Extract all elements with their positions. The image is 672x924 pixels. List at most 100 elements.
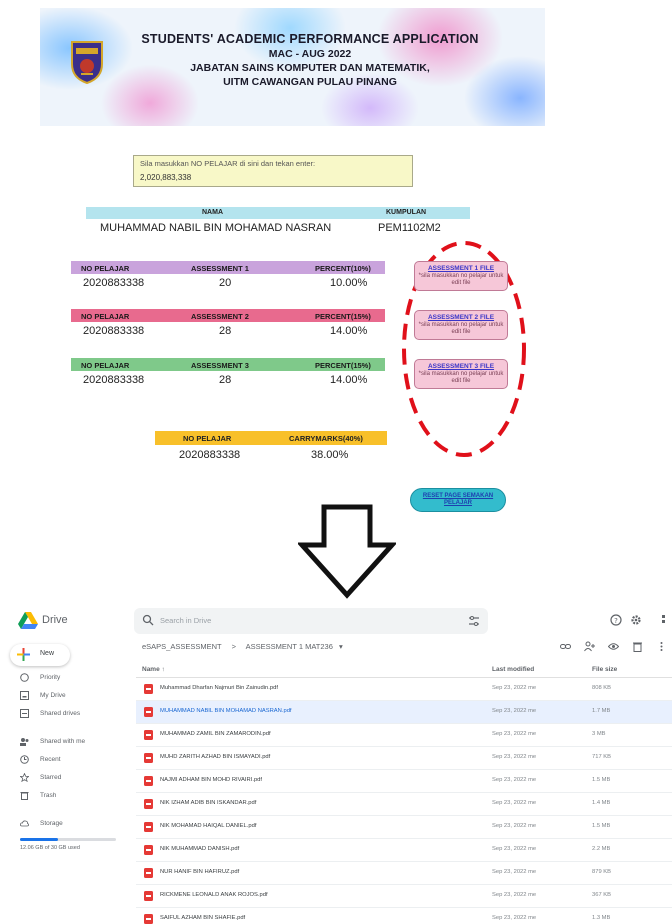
share-person-icon[interactable] <box>584 641 595 652</box>
file-modified: Sep 23, 2022 me <box>492 754 537 760</box>
file-modified: Sep 23, 2022 me <box>492 892 537 898</box>
nav-label: Trash <box>40 791 57 799</box>
arrow-up-icon: ↑ <box>161 666 165 673</box>
file-name: NIK IZHAM ADIB BIN ISKANDAR.pdf <box>160 800 257 806</box>
assessment-2-header: NO PELAJAR ASSESSMENT 2 PERCENT(15%) <box>71 309 385 322</box>
file-row[interactable]: MUHD ZARITH AZHAD BIN ISMAYADI.pdf Sep 2… <box>136 747 672 770</box>
delete-icon[interactable] <box>632 641 643 652</box>
file-modified: Sep 23, 2022 me <box>492 777 537 783</box>
file-row[interactable]: NUR HANIF BIN HAFIRUZ.pdf Sep 23, 2022 m… <box>136 862 672 885</box>
link-icon[interactable] <box>560 641 571 652</box>
student-id-header: NO PELAJAR <box>81 360 130 370</box>
reset-page-button[interactable]: RESET PAGE SEMAKAN PELAJAR <box>410 488 506 512</box>
file-row[interactable]: NIK MOHAMAD HAIQAL DANIEL.pdf Sep 23, 20… <box>136 816 672 839</box>
percent-header: PERCENT(10%) <box>315 263 371 273</box>
file-row[interactable]: NIK MUHAMMAD DANISH.pdf Sep 23, 2022 me … <box>136 839 672 862</box>
more-options-icon[interactable] <box>656 641 667 652</box>
storage-usage-bar <box>20 838 116 841</box>
my-drive-icon <box>20 691 29 700</box>
pdf-file-icon <box>144 707 153 717</box>
assessment-3-student-id: 2020883338 <box>83 374 145 386</box>
breadcrumb-separator: > <box>231 642 236 651</box>
department-label: JABATAN SAINS KOMPUTER DAN MATEMATIK, <box>190 62 430 74</box>
breadcrumb-current[interactable]: ASSESSMENT 1 MAT236 <box>246 642 333 651</box>
apps-grid-icon[interactable] <box>662 614 672 626</box>
file-row[interactable]: MUHAMMAD ZAMIL BIN ZAMARODIN.pdf Sep 23,… <box>136 724 672 747</box>
pdf-file-icon <box>144 799 153 809</box>
carry-marks-value: 38.00% <box>311 449 349 461</box>
pdf-file-icon <box>144 868 153 878</box>
file-size: 808 KB <box>592 685 612 691</box>
button-hint: *sila masukkan no pelajar untuk edit fil… <box>418 322 504 335</box>
assessment-2-student-id: 2020883338 <box>83 325 145 337</box>
file-row[interactable]: NIK IZHAM ADIB BIN ISKANDAR.pdf Sep 23, … <box>136 793 672 816</box>
file-size: 1.5 MB <box>592 823 611 829</box>
assessment-name: ASSESSMENT 3 <box>191 360 249 370</box>
file-size: 1.3 MB <box>592 915 611 921</box>
assessment-1-student-id: 2020883338 <box>83 277 145 289</box>
group-column-header: KUMPULAN <box>386 209 427 216</box>
carry-id-header: NO PELAJAR <box>183 434 232 443</box>
carry-marks-column-header: CARRYMARKS(40%) <box>289 434 363 443</box>
student-id-input[interactable]: Sila masukkan NO PELAJAR di sini dan tek… <box>133 155 413 187</box>
help-icon[interactable]: ? <box>610 614 622 626</box>
breadcrumb-root[interactable]: eSAPS_ASSESSMENT <box>142 642 221 651</box>
nav-label: Priority <box>40 673 61 681</box>
column-header-name[interactable]: Name ↑ <box>142 666 165 673</box>
column-header-modified[interactable]: Last modified <box>492 666 534 673</box>
carry-marks-header: NO PELAJAR CARRYMARKS(40%) <box>155 431 387 445</box>
assessment-3-file-button[interactable]: ASSESSMENT 3 FILE *sila masukkan no pela… <box>414 359 508 389</box>
file-row[interactable]: NAJMI ADHAM BIN MOHD RIVAIRI.pdf Sep 23,… <box>136 770 672 793</box>
preview-eye-icon[interactable] <box>608 641 619 652</box>
pdf-file-icon <box>144 914 153 924</box>
button-label: ASSESSMENT 1 FILE <box>427 265 495 272</box>
chevron-down-icon[interactable]: ▾ <box>339 642 343 651</box>
file-row[interactable]: RICKMENE LEONALD ANAK ROJOS.pdf Sep 23, … <box>136 885 672 908</box>
column-name-label: Name <box>142 666 160 673</box>
input-prompt: Sila masukkan NO PELAJAR di sini dan tek… <box>140 159 316 168</box>
search-options-icon[interactable] <box>468 615 480 627</box>
name-column-header: NAMA <box>202 209 223 216</box>
file-modified: Sep 23, 2022 me <box>492 915 537 921</box>
new-button-label: New <box>40 650 55 657</box>
assessment-2-percent: 14.00% <box>330 325 368 337</box>
student-id-header: NO PELAJAR <box>81 311 130 321</box>
file-row[interactable]: SAIFUL AZHAM BIN SHAFIE.pdf Sep 23, 2022… <box>136 908 672 924</box>
drive-logo-icon <box>18 612 38 629</box>
new-button[interactable]: New <box>10 644 70 666</box>
file-name: MUHAMMAD ZAMIL BIN ZAMARODIN.pdf <box>160 731 271 737</box>
file-size: 717 KB <box>592 754 612 760</box>
name-header-bar: NAMA KUMPULAN <box>86 207 470 219</box>
student-group: PEM1102M2 <box>378 222 441 234</box>
trash-icon <box>20 792 29 800</box>
file-row[interactable]: Muhammad Dharfan Najmuri Bin Zainudin.pd… <box>136 678 672 701</box>
file-row-selected[interactable]: MUHAMMAD NABIL BIN MOHAMAD NASRAN.pdf Se… <box>136 701 672 724</box>
google-drive-window: Drive Search in Drive ? New Priority My … <box>0 604 672 924</box>
button-hint: *sila masukkan no pelajar untuk edit fil… <box>418 273 504 286</box>
file-name: MUHAMMAD NABIL BIN MOHAMAD NASRAN.pdf <box>160 708 292 714</box>
drive-search-bar[interactable]: Search in Drive <box>134 608 488 634</box>
university-crest-icon <box>71 41 103 84</box>
app-title: STUDENTS' ACADEMIC PERFORMANCE APPLICATI… <box>141 32 479 46</box>
column-header-size[interactable]: File size <box>592 666 617 673</box>
settings-gear-icon[interactable] <box>630 614 642 626</box>
file-modified: Sep 23, 2022 me <box>492 869 537 875</box>
assessment-1-score: 20 <box>219 277 232 289</box>
assessment-3-score: 28 <box>219 374 232 386</box>
input-value[interactable]: 2,020,883,338 <box>140 173 406 182</box>
shared-drives-icon <box>20 709 29 718</box>
file-size: 879 KB <box>592 869 612 875</box>
file-size: 3 MB <box>592 731 606 737</box>
header-banner: STUDENTS' ACADEMIC PERFORMANCE APPLICATI… <box>40 8 545 126</box>
button-label: ASSESSMENT 2 FILE <box>427 314 495 321</box>
assessment-2-file-button[interactable]: ASSESSMENT 2 FILE *sila masukkan no pela… <box>414 310 508 340</box>
banner-text: STUDENTS' ACADEMIC PERFORMANCE APPLICATI… <box>110 32 510 88</box>
assessment-1-file-button[interactable]: ASSESSMENT 1 FILE *sila masukkan no pela… <box>414 261 508 291</box>
file-size: 1.4 MB <box>592 800 611 806</box>
assessment-2-score: 28 <box>219 325 232 337</box>
svg-text:?: ? <box>614 617 618 625</box>
recent-icon <box>20 755 29 764</box>
file-modified: Sep 23, 2022 me <box>492 685 537 691</box>
file-size: 1.5 MB <box>592 777 611 783</box>
pdf-file-icon <box>144 822 153 832</box>
